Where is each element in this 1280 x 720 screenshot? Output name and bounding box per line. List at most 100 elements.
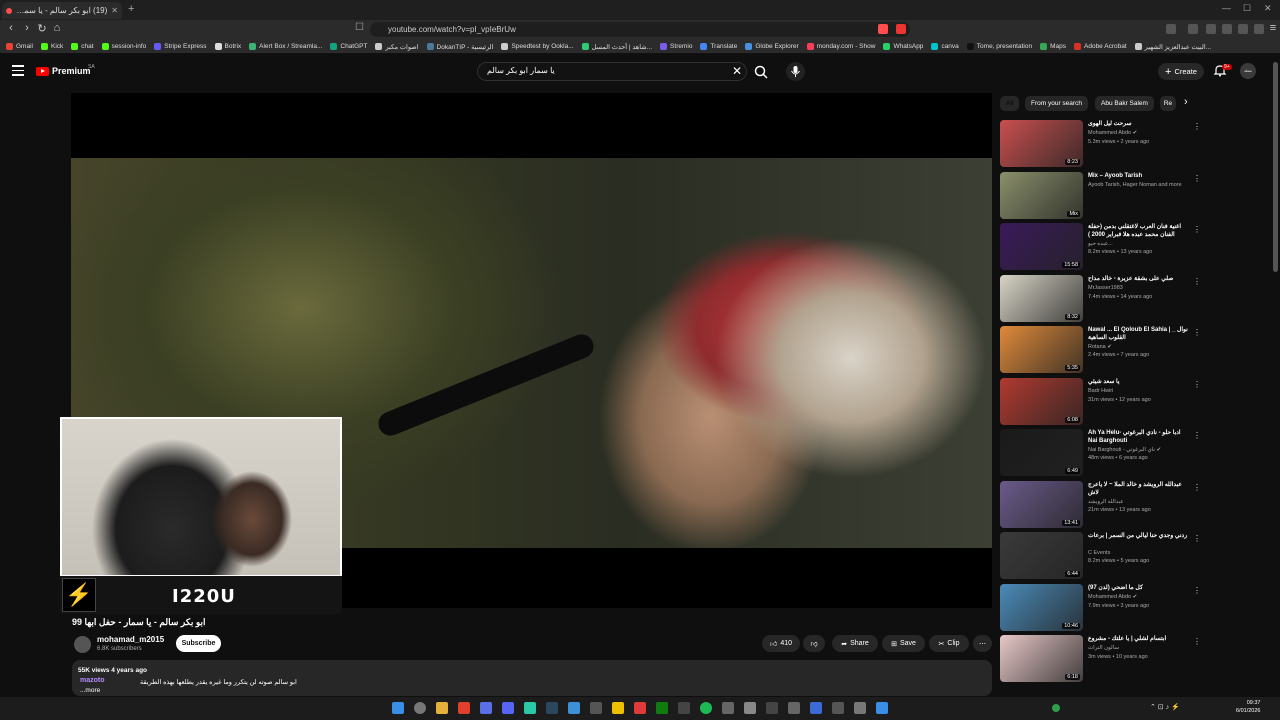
bookmark-item[interactable]: Tome, presentation xyxy=(966,43,1032,50)
recommended-title[interactable]: كل ما اضحي (لدن 97) xyxy=(1088,584,1188,592)
sidebar-icon[interactable] xyxy=(1206,24,1216,34)
taskbar-app-icon[interactable] xyxy=(832,702,844,714)
bookmark-item[interactable]: Globe Explorer xyxy=(745,43,799,50)
more-options-icon[interactable]: ⋮ xyxy=(1193,380,1201,389)
video-thumbnail[interactable]: 15:58 xyxy=(1000,223,1083,270)
recommended-video[interactable]: 6:44 ردني وجدي حنا ليالي من السمر | برعات… xyxy=(1000,532,1201,580)
file-explorer-icon[interactable] xyxy=(436,702,448,714)
bookmark-item[interactable]: Kick xyxy=(40,43,63,50)
taskbar-app-icon[interactable] xyxy=(678,702,690,714)
recommended-title[interactable]: سرحت ليل الهوى xyxy=(1088,120,1188,128)
taskbar-clock[interactable]: 09:37 6/01/2026 xyxy=(1236,699,1260,715)
bookmark-icon[interactable]: ☐ xyxy=(355,22,364,33)
video-thumbnail[interactable]: 6:44 xyxy=(1000,532,1083,579)
save-button[interactable]: ⊞ Save xyxy=(882,635,925,652)
search-button[interactable] xyxy=(748,62,774,81)
recommended-channel[interactable]: عبدالله الرويشد xyxy=(1088,499,1124,505)
recommended-channel[interactable]: Badr Hwiri xyxy=(1088,388,1113,394)
recommended-video[interactable]: 5:35 Nawal ... El Qoloub El Sahia | نوال … xyxy=(1000,326,1201,374)
video-thumbnail[interactable]: 8:32 xyxy=(1000,274,1083,322)
recommended-channel[interactable]: Ayoob Tarish, Hager Noman and more xyxy=(1088,182,1182,188)
recommended-video[interactable]: 8:23 سرحت ليل الهوى Mohammed Abdo ✔ 5.3m vi… xyxy=(1000,120,1201,168)
more-options-icon[interactable]: ⋮ xyxy=(1193,586,1201,595)
recommended-video[interactable]: 13:41 عبدالله الرويشد و خالد الملا ~ لا ي… xyxy=(1000,480,1201,529)
account-avatar[interactable]: شعلة xyxy=(1240,63,1256,79)
bookmark-item[interactable]: monday.com - Show xyxy=(806,43,875,50)
taskbar-app-icon[interactable] xyxy=(612,702,624,714)
clip-button[interactable]: ✂ Clip xyxy=(929,635,969,652)
taskbar-app-icon[interactable] xyxy=(568,702,580,714)
recommended-title[interactable]: ابتسام لشلي | يا علتك - مشروع xyxy=(1088,635,1188,643)
voice-search-button[interactable] xyxy=(786,62,805,81)
taskbar-app-icon[interactable] xyxy=(876,702,888,714)
more-actions-button[interactable]: ⋯ xyxy=(973,635,992,652)
recommended-title[interactable]: Mix – Ayoob Tarish xyxy=(1088,172,1188,180)
recommended-video[interactable]: 6:18 ابتسام لشلي | يا علتك - مشروع سالون ا… xyxy=(1000,635,1201,683)
video-thumbnail[interactable]: 13:41 xyxy=(1000,480,1083,528)
new-tab-button[interactable]: + xyxy=(128,3,134,15)
taskbar-app-icon[interactable] xyxy=(634,702,646,714)
chip-from-your-search[interactable]: From your search xyxy=(1025,96,1088,111)
more-options-icon[interactable]: ⋮ xyxy=(1193,534,1201,543)
rewards-icon[interactable] xyxy=(896,24,906,34)
address-bar[interactable]: youtube.com/watch?v=pI_vpIeBrUw xyxy=(370,22,910,37)
extension-icon[interactable] xyxy=(1238,24,1248,34)
bookmark-item[interactable]: canva xyxy=(931,43,959,50)
recommended-video[interactable]: 8:32 صلي على بشقة عزيرة - خالد مداح MrJass… xyxy=(1000,274,1201,323)
recommended-channel[interactable]: Rotana ✔ xyxy=(1088,344,1112,350)
create-button[interactable]: + Create xyxy=(1158,63,1204,80)
taskbar-app-icon[interactable] xyxy=(810,702,822,714)
bookmark-item[interactable]: Botrix xyxy=(214,43,241,50)
video-thumbnail[interactable]: 6:08 xyxy=(1000,377,1083,425)
recommended-title[interactable]: عبدالله الرويشد و خالد الملا ~ لا ياعرج … xyxy=(1088,481,1188,497)
recommended-channel[interactable]: MrJasser1983 xyxy=(1088,285,1123,291)
recommended-channel[interactable]: Nai Barghouti - ناي البرغوتي ✔ xyxy=(1088,447,1161,453)
minimize-button[interactable]: — xyxy=(1222,3,1231,13)
recommended-channel[interactable]: C Events xyxy=(1088,550,1110,556)
chip-all[interactable]: All xyxy=(1000,96,1020,111)
bookmark-item[interactable]: chat xyxy=(71,43,94,50)
browser-tab[interactable]: (19) ابو بكر سالم - يا سمار - حف ✕ xyxy=(2,2,122,19)
more-options-icon[interactable]: ⋮ xyxy=(1193,174,1201,183)
forward-button[interactable]: › xyxy=(20,22,34,34)
browser-menu-icon[interactable]: ≡ xyxy=(1266,22,1280,34)
recommended-title[interactable]: يا سعد شيئي xyxy=(1088,378,1188,386)
taskbar-app-icon[interactable] xyxy=(788,702,800,714)
extension-icon[interactable] xyxy=(1222,24,1232,34)
recommended-title[interactable]: ردني وجدي حنا ليالي من السمر | برعات xyxy=(1088,532,1188,540)
recommended-channel[interactable]: Mohammed Abdo ✔ xyxy=(1088,594,1137,600)
recommended-title[interactable]: Ah Ya Helu- ادبا حلو - نادي البرغوتي Nai… xyxy=(1088,429,1188,445)
wallet-icon[interactable] xyxy=(1254,24,1264,34)
bookmark-item[interactable]: Alert Box / Streamla... xyxy=(249,43,322,50)
video-thumbnail[interactable]: 10:46 xyxy=(1000,583,1083,631)
bookmark-item[interactable]: اصوات مكبر xyxy=(375,43,419,51)
more-options-icon[interactable]: ⋮ xyxy=(1193,483,1201,492)
xbox-icon[interactable] xyxy=(656,702,668,714)
spotify-icon[interactable] xyxy=(700,702,712,714)
reload-button[interactable]: ↻ xyxy=(35,22,49,35)
extension-icon[interactable] xyxy=(1188,24,1198,34)
taskbar-app-icon[interactable] xyxy=(480,702,492,714)
bookmark-item[interactable]: WhatsApp xyxy=(883,43,923,50)
dislike-button[interactable]: 👎︎ xyxy=(803,635,825,652)
brave-shield-icon[interactable] xyxy=(878,24,888,34)
chip-abu-bakr-salem[interactable]: Abu Bakr Salem xyxy=(1095,96,1154,111)
steam-icon[interactable] xyxy=(546,702,558,714)
recommended-channel[interactable]: سالون التراث xyxy=(1088,645,1119,651)
recommended-video[interactable]: Mix Mix – Ayoob Tarish Ayoob Tarish, Hager… xyxy=(1000,171,1201,220)
bookmark-item[interactable]: Translate xyxy=(700,43,737,50)
video-thumbnail[interactable]: Mix xyxy=(1000,171,1083,219)
taskbar-app-icon[interactable] xyxy=(590,702,602,714)
taskbar-app-icon[interactable] xyxy=(524,702,536,714)
show-more-link[interactable]: ...more xyxy=(80,687,100,694)
youtube-logo[interactable]: Premium xyxy=(36,66,91,76)
bookmark-item[interactable]: شاهد | أحدث المسل... xyxy=(581,43,652,51)
tray-status-icon[interactable] xyxy=(1052,704,1060,712)
hamburger-menu-icon[interactable] xyxy=(12,65,24,79)
clear-search-icon[interactable]: ✕ xyxy=(732,64,742,78)
bookmark-item[interactable]: session-info xyxy=(101,43,146,50)
taskbar-app-icon[interactable] xyxy=(744,702,756,714)
discord-icon[interactable] xyxy=(502,702,514,714)
extension-icon[interactable] xyxy=(1166,24,1176,34)
chip-related[interactable]: Re xyxy=(1160,96,1176,111)
